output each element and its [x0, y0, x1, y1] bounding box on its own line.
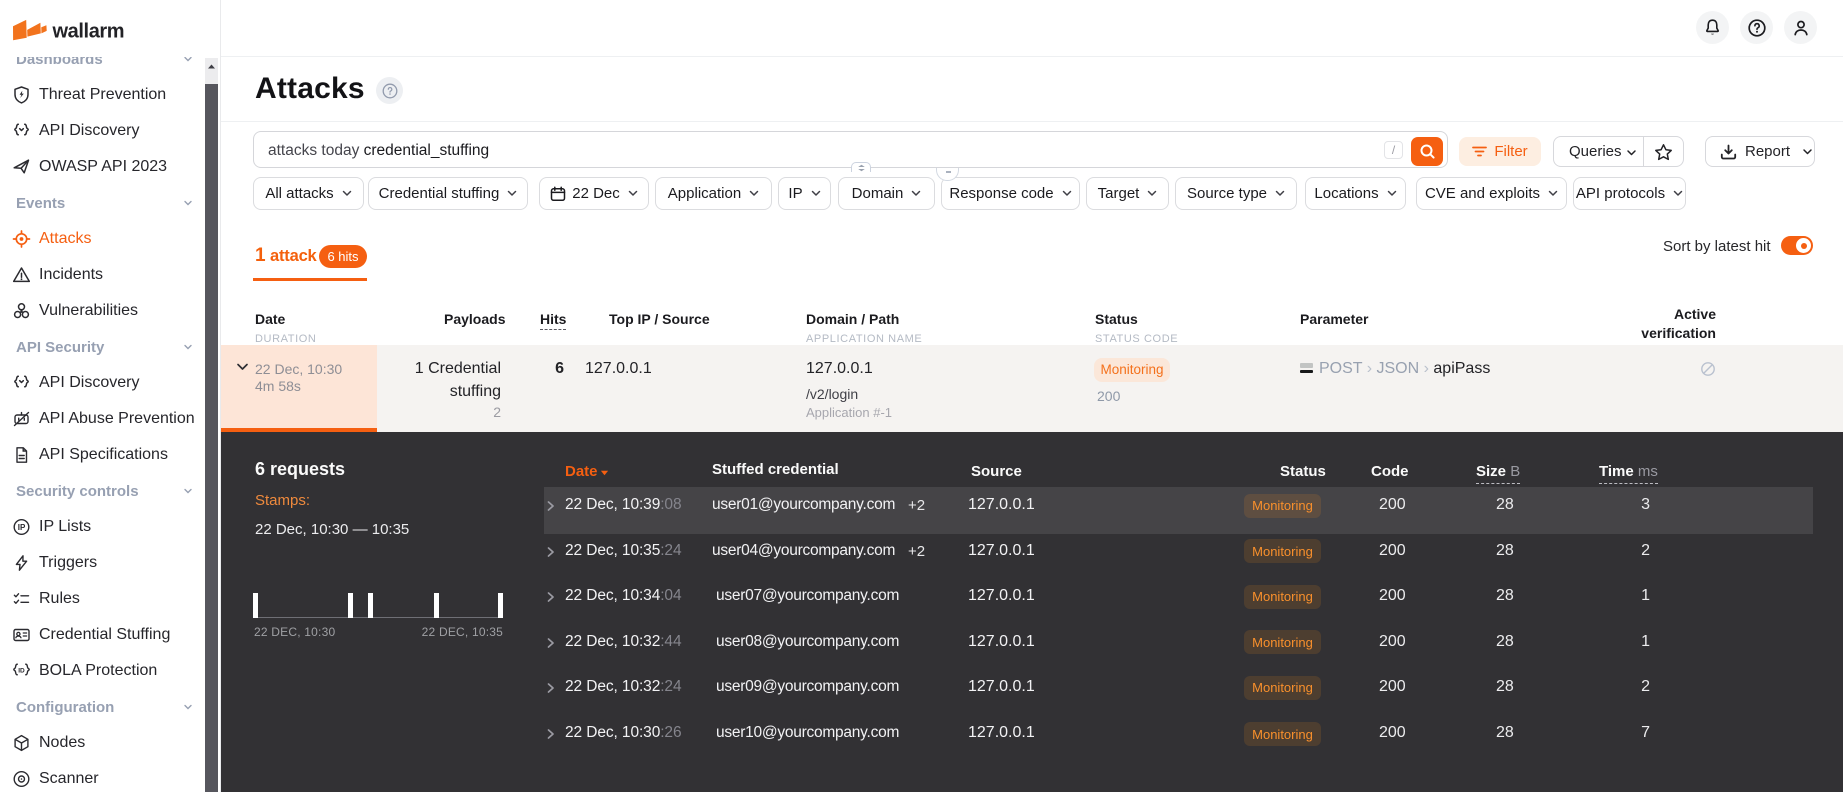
svg-text:IP: IP — [18, 523, 26, 532]
svg-text:ID: ID — [18, 668, 25, 675]
svg-text:wallarm: wallarm — [52, 21, 125, 42]
